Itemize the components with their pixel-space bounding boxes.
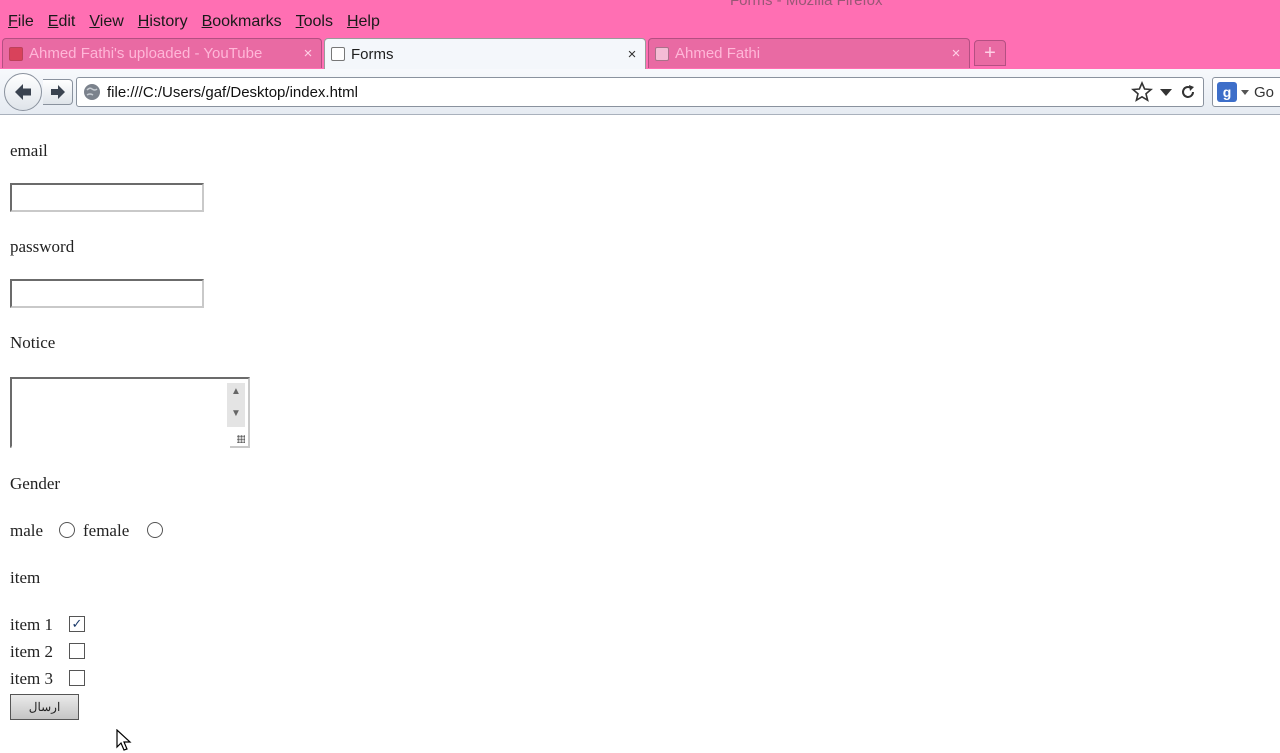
reload-icon[interactable] [1179, 83, 1197, 101]
notice-label: Notice [10, 333, 56, 352]
gender-female-label: female [83, 521, 130, 540]
tab-ahmed-fathi[interactable]: Ahmed Fathi × [648, 38, 970, 68]
checkbox-item-1[interactable]: ✓ [69, 616, 85, 632]
menu-bar: File Edit View History Bookmarks Tools H… [0, 8, 1280, 36]
search-bar[interactable]: g Go [1212, 77, 1280, 107]
password-field[interactable] [10, 279, 204, 308]
tab-strip: Ahmed Fathi's uploaded - YouTube × Forms… [0, 38, 1280, 69]
gender-male-label: male [10, 521, 44, 540]
url-bar[interactable]: file:///C:/Users/gaf/Desktop/index.html [76, 77, 1204, 107]
notice-textarea[interactable]: ▲ ▼ [10, 377, 250, 450]
item-1-label: item 1 [10, 615, 53, 634]
email-field[interactable] [10, 183, 204, 212]
submit-button[interactable]: ارسال [10, 694, 79, 720]
gender-label: Gender [10, 474, 61, 493]
new-tab-button[interactable]: + [974, 40, 1006, 66]
forward-arrow-icon [50, 85, 65, 99]
search-engine-dropdown-icon[interactable] [1240, 87, 1250, 97]
menu-edit[interactable]: Edit [48, 13, 76, 31]
tab-label: Ahmed Fathi [675, 45, 761, 62]
resize-grip-icon[interactable] [237, 435, 245, 443]
password-label: password [10, 237, 75, 256]
forward-button[interactable] [43, 79, 73, 105]
close-icon[interactable]: × [299, 45, 317, 62]
search-placeholder: Go [1254, 83, 1275, 101]
scroll-up-icon[interactable]: ▲ [227, 383, 245, 401]
mouse-cursor-icon [116, 729, 132, 751]
password-input[interactable] [12, 281, 202, 306]
radio-female[interactable] [147, 522, 163, 538]
item-3-label: item 3 [10, 669, 53, 688]
google-search-icon: g [1217, 82, 1237, 102]
window-titlebar: Forms - Mozilla Firefox File Edit View H… [0, 0, 1280, 70]
tab-forms[interactable]: Forms × [324, 38, 646, 69]
menu-view[interactable]: View [89, 13, 123, 31]
back-arrow-icon [15, 84, 31, 100]
textarea-scrollbar[interactable]: ▲ ▼ [227, 383, 245, 427]
checkbox-item-2[interactable] [69, 643, 85, 659]
youtube-icon [9, 46, 23, 61]
bookmark-star-icon[interactable] [1131, 81, 1153, 103]
navigation-toolbar: file:///C:/Users/gaf/Desktop/index.html … [0, 69, 1280, 115]
close-icon[interactable]: × [947, 45, 965, 62]
tab-label: Forms [351, 45, 394, 63]
item-label: item [10, 568, 41, 587]
radio-male[interactable] [59, 522, 75, 538]
history-dropdown-icon[interactable] [1159, 85, 1173, 99]
menu-tools[interactable]: Tools [296, 13, 333, 31]
notice-input[interactable] [12, 379, 230, 450]
page-icon [655, 46, 669, 61]
menu-bookmarks[interactable]: Bookmarks [202, 13, 282, 31]
item-2-label: item 2 [10, 642, 53, 661]
menu-history[interactable]: History [138, 13, 188, 31]
checkbox-item-3[interactable] [69, 670, 85, 686]
tab-youtube[interactable]: Ahmed Fathi's uploaded - YouTube × [2, 38, 322, 68]
email-input[interactable] [12, 185, 202, 210]
menu-file[interactable]: File [8, 13, 34, 31]
menu-help[interactable]: Help [347, 13, 380, 31]
close-icon[interactable]: × [623, 46, 641, 63]
email-label: email [10, 141, 48, 160]
globe-icon [84, 84, 100, 100]
url-text: file:///C:/Users/gaf/Desktop/index.html [107, 83, 358, 101]
page-icon [331, 47, 345, 61]
back-button[interactable] [4, 73, 42, 111]
tab-label: Ahmed Fathi's uploaded - YouTube [29, 45, 263, 62]
scroll-down-icon[interactable]: ▼ [227, 405, 245, 423]
